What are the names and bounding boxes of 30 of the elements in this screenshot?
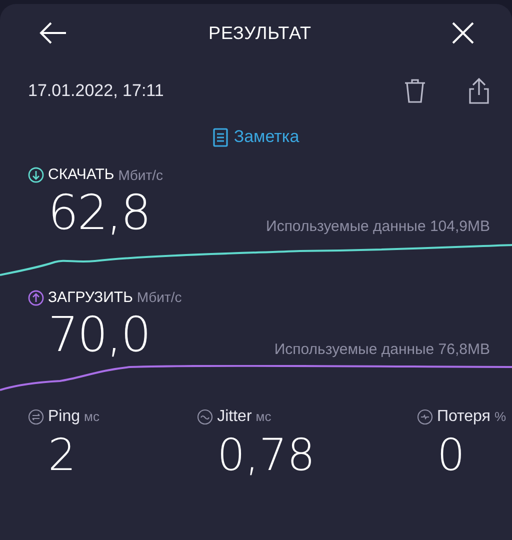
metric-label: ЗАГРУЗИТЬ	[48, 288, 133, 308]
stat-label: Jitter	[217, 407, 252, 427]
metric-unit: Мбит/с	[118, 166, 164, 185]
trash-icon	[404, 78, 426, 104]
note-icon	[212, 128, 228, 146]
loss-icon	[416, 409, 433, 425]
stat-unit: мс	[84, 408, 100, 426]
used-data-text: Используемые данные 104,9MB	[266, 217, 490, 237]
close-icon	[452, 22, 474, 44]
stat-unit: %	[494, 408, 506, 426]
stat-value: 0,78	[216, 429, 316, 483]
share-icon	[468, 77, 490, 105]
metric-value: 62,8	[48, 184, 150, 240]
stat-unit: мс	[256, 408, 272, 426]
jitter-icon	[197, 409, 214, 425]
stat-label: Потеря	[436, 407, 490, 427]
ping-icon	[28, 409, 44, 425]
share-button[interactable]	[468, 77, 490, 105]
stat-value: 0	[436, 429, 466, 483]
note-button[interactable]: Заметка	[212, 124, 300, 150]
stat-value: 2	[47, 429, 77, 483]
metric-label: СКАЧАТЬ	[48, 165, 114, 185]
test-date: 17.01.2022, 17:11	[28, 80, 164, 102]
metric-unit: Мбит/с	[136, 288, 182, 308]
delete-button[interactable]	[404, 78, 426, 104]
back-arrow-icon	[38, 21, 68, 45]
metric-value: 70,0	[48, 307, 150, 363]
used-data-text: Используемые данные 76,8MB	[274, 340, 490, 360]
screen-title: РЕЗУЛЬТАТ	[208, 22, 312, 44]
stat-label: Ping	[48, 407, 80, 427]
